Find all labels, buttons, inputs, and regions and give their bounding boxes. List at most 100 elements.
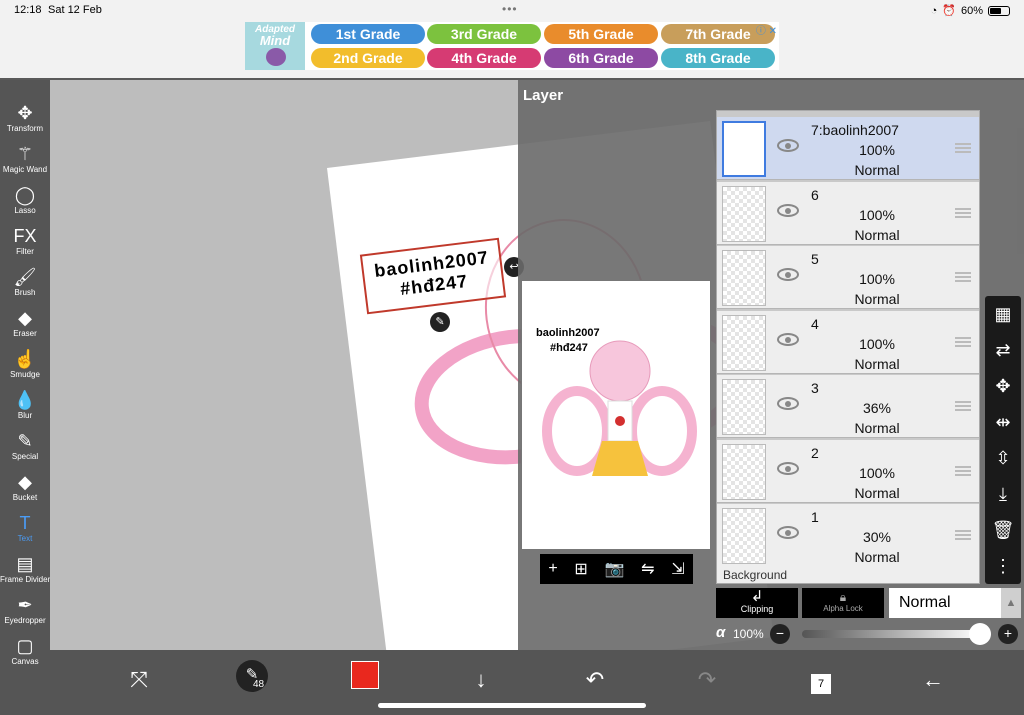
background-layer-row[interactable]: Background [717, 564, 979, 583]
layer-row[interactable]: 4 100% Normal [717, 310, 979, 374]
status-date: Sat 12 Feb [48, 4, 102, 16]
preview-tool-icon[interactable]: 📷 [605, 559, 625, 579]
preview-tool-icon[interactable]: ⊞ [574, 559, 587, 579]
clipping-label: Clipping [740, 604, 774, 614]
clipping-button[interactable]: ↲ Clipping [716, 588, 798, 618]
layer-row[interactable]: 5 100% Normal [717, 246, 979, 309]
tool-canvas[interactable]: ▢ Canvas [0, 632, 50, 673]
grade-button[interactable]: 2nd Grade [311, 48, 425, 68]
tool-eraser[interactable]: ◆ Eraser [0, 304, 50, 345]
brush-size-button[interactable]: ✎ 48 [236, 660, 268, 692]
eye-icon[interactable] [777, 526, 799, 539]
layer-thumbnail[interactable] [722, 379, 766, 435]
redo-icon[interactable]: ↷ [692, 660, 722, 700]
tool-magic-wand[interactable]: ⚚ Magic Wand [0, 140, 50, 181]
layer-row[interactable]: 3 36% Normal [717, 375, 979, 438]
blend-mode-select[interactable]: Normal ▲ [889, 588, 1021, 618]
eye-icon[interactable] [777, 268, 799, 281]
drag-handle-icon[interactable] [955, 207, 971, 218]
tool-label: Frame Divider [0, 575, 51, 584]
layer-thumbnail[interactable] [722, 508, 766, 564]
tool-brush[interactable]: 🖌 Brush [0, 263, 50, 304]
dropdown-arrow-icon: ▲ [1001, 588, 1021, 618]
status-bar: 12:18 Sat 12 Feb ••• ◔ ⏰ 60% [0, 0, 1024, 22]
ad-banner[interactable]: Adapted Mind 1st Grade 3rd Grade 5th Grade… [245, 22, 779, 70]
tool-smudge[interactable]: ☝ Smudge [0, 345, 50, 386]
layer-thumbnail[interactable] [722, 121, 766, 177]
ad-close-icon[interactable]: ⓘ ✕ [756, 22, 777, 37]
undo-icon[interactable]: ↶ [580, 660, 610, 700]
edit-text-handle-icon[interactable]: ✎ [430, 312, 450, 332]
transform-selection-icon[interactable]: ⤧ [124, 660, 154, 700]
grade-button[interactable]: 1st Grade [311, 24, 425, 44]
preview-tool-icon[interactable]: + [548, 560, 557, 578]
canvas-icon: ▢ [16, 636, 34, 656]
multitask-dots-icon[interactable]: ••• [502, 2, 518, 16]
tool-text[interactable]: T Text [0, 509, 50, 550]
back-arrow-icon[interactable]: ← [918, 660, 948, 700]
preview-tool-icon[interactable]: ⇋ [641, 559, 654, 579]
layer-blend-mode: Normal [854, 549, 900, 565]
grade-button[interactable]: 4th Grade [427, 48, 541, 68]
alpha-value: 100% [733, 627, 764, 641]
layer-thumbnail[interactable] [722, 250, 766, 306]
eye-icon[interactable] [777, 332, 799, 346]
eye-icon[interactable] [777, 203, 799, 217]
drag-handle-icon[interactable] [955, 336, 971, 347]
checker-icon[interactable]: ▦ [985, 296, 1021, 332]
layer-thumbnail[interactable] [722, 314, 766, 371]
layer-name: 2 [811, 444, 819, 461]
home-indicator[interactable] [378, 703, 646, 708]
color-swatch[interactable] [351, 661, 379, 689]
tool-special[interactable]: ✎ Special [0, 427, 50, 468]
grade-button[interactable]: 6th Grade [544, 48, 658, 68]
preview-tool-icon[interactable]: ⇲ [671, 559, 684, 579]
alpha-lock-button[interactable]: 🔒︎ Alpha Lock [802, 588, 884, 618]
drag-handle-icon[interactable] [955, 401, 971, 411]
layer-blend-mode: Normal [854, 420, 900, 436]
grade-button[interactable]: 8th Grade [661, 48, 775, 68]
tool-label: Magic Wand [2, 165, 48, 174]
tool-lasso[interactable]: ◯ Lasso [0, 181, 50, 222]
merge-down-icon[interactable]: ⤓ [985, 476, 1021, 512]
layer-row[interactable]: 7:baolinh2007 100% Normal [717, 117, 979, 180]
alpha-decrease-button[interactable]: − [770, 624, 790, 644]
layer-thumbnail[interactable] [722, 185, 766, 242]
tool-filter[interactable]: FX Filter [0, 222, 50, 263]
layer-name: 5 [811, 251, 819, 267]
tool-bucket[interactable]: ◆ Bucket [0, 468, 50, 509]
layer-thumbnail[interactable] [722, 443, 766, 500]
drag-handle-icon[interactable] [955, 465, 971, 476]
drag-handle-icon[interactable] [955, 143, 971, 153]
tool-blur[interactable]: 💧 Blur [0, 386, 50, 427]
layer-row[interactable]: 6 100% Normal [717, 181, 979, 245]
alpha-increase-button[interactable]: + [998, 624, 1018, 644]
drag-handle-icon[interactable] [955, 530, 971, 540]
tool-eyedropper[interactable]: ✒ Eyedropper [0, 591, 50, 632]
more-icon[interactable]: ⋮ [985, 548, 1021, 584]
download-arrow-icon[interactable]: ↓ [466, 660, 496, 700]
flip-vertical-icon[interactable]: ⇳ [985, 440, 1021, 476]
move-icon[interactable]: ✥ [985, 368, 1021, 404]
flip-horizontal-icon[interactable]: ⇹ [985, 404, 1021, 440]
tool-frame-divider[interactable]: ▤ Frame Divider [0, 550, 50, 591]
eye-icon[interactable] [777, 397, 799, 410]
layer-row[interactable]: 1 30% Normal [717, 504, 979, 567]
tool-label: Brush [14, 288, 36, 297]
trash-icon[interactable]: 🗑 [985, 512, 1021, 548]
layer-row[interactable]: 2 100% Normal [717, 439, 979, 503]
eye-icon[interactable] [777, 461, 799, 475]
alpha-slider-knob[interactable] [969, 623, 991, 645]
grade-button[interactable]: 3rd Grade [427, 24, 541, 44]
grade-button[interactable]: 5th Grade [544, 24, 658, 44]
alpha-slider[interactable] [802, 630, 980, 638]
eyedropper-icon: ✒ [17, 595, 33, 615]
layer-opacity: 30% [862, 529, 892, 545]
layers-icon[interactable]: 7 [806, 660, 836, 700]
tool-transform[interactable]: ✥ Transform [0, 99, 50, 140]
swap-layer-icon[interactable]: ⇄ [985, 332, 1021, 368]
eye-icon[interactable] [777, 139, 799, 152]
adaptedmind-logo[interactable]: Adapted Mind [245, 22, 305, 70]
drag-handle-icon[interactable] [955, 272, 971, 282]
preview-bow [615, 416, 625, 426]
